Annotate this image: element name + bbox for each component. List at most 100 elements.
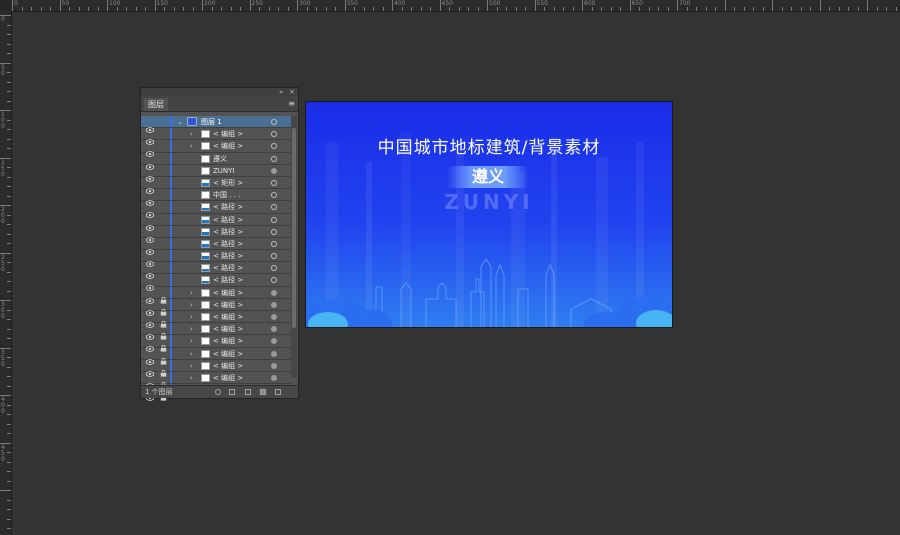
lock-icon[interactable] <box>160 325 167 340</box>
visibility-eye-icon[interactable] <box>145 337 155 353</box>
visibility-eye-icon[interactable] <box>145 252 155 267</box>
layer-name[interactable]: < 编组 > <box>213 287 243 299</box>
target-circle-icon[interactable] <box>271 289 277 296</box>
target-circle-icon[interactable] <box>271 338 277 345</box>
target-circle-icon[interactable] <box>271 314 277 320</box>
target-circle-icon[interactable] <box>271 265 277 272</box>
target-circle-icon[interactable] <box>271 216 277 223</box>
layer-row[interactable]: › < 编组 > <box>141 371 292 389</box>
collect-icon[interactable] <box>229 389 235 395</box>
layer-row[interactable]: › < 编组 > <box>141 298 292 316</box>
expand-chevron-icon[interactable]: › <box>190 299 193 311</box>
layer-name[interactable]: < 路径 > <box>213 226 243 238</box>
target-circle-icon[interactable] <box>271 240 277 247</box>
lock-icon[interactable] <box>160 337 167 352</box>
lock-icon[interactable] <box>160 374 167 389</box>
lock-icon[interactable] <box>160 350 167 365</box>
layer-name[interactable]: 遵义 <box>213 153 227 165</box>
panel-title-bar[interactable]: » × <box>141 88 298 96</box>
target-circle-icon[interactable] <box>271 326 277 333</box>
expand-chevron-icon[interactable]: › <box>190 287 193 299</box>
visibility-eye-icon[interactable] <box>145 118 155 133</box>
layer-name[interactable]: < 编组 > <box>213 128 243 140</box>
visibility-eye-icon[interactable] <box>145 374 155 389</box>
new-layer-icon[interactable] <box>260 389 266 395</box>
lock-icon[interactable] <box>160 289 167 304</box>
visibility-eye-icon[interactable] <box>145 191 155 206</box>
layer-name[interactable]: ZUNYI <box>213 165 235 177</box>
target-circle-icon[interactable] <box>271 131 277 138</box>
layer-row[interactable]: › < 编组 > <box>141 335 292 353</box>
expand-chevron-icon[interactable]: › <box>190 128 193 140</box>
expand-chevron-icon[interactable]: › <box>190 348 193 360</box>
lock-icon[interactable] <box>160 301 167 316</box>
layer-name[interactable]: < 路径 > <box>213 262 243 274</box>
layer-row[interactable]: < 路径 > <box>141 274 292 292</box>
visibility-eye-icon[interactable] <box>145 313 155 328</box>
target-circle-icon[interactable] <box>271 374 277 381</box>
target-circle-icon[interactable] <box>271 179 277 186</box>
ruler-left[interactable]: 0 50 100 150 200 250 300 350 400 450 <box>0 11 12 535</box>
layer-name[interactable]: < 路径 > <box>213 214 243 226</box>
layer-row[interactable]: › < 编组 > <box>141 311 292 328</box>
layer-row[interactable]: › < 编组 > <box>141 359 292 377</box>
layer-row[interactable]: < 路径 > <box>141 213 292 231</box>
lock-icon[interactable] <box>160 362 167 377</box>
tab-layers[interactable]: 图层 <box>144 98 168 111</box>
visibility-eye-icon[interactable] <box>145 203 155 219</box>
search-icon[interactable] <box>215 389 221 395</box>
target-circle-icon[interactable] <box>271 167 277 174</box>
layer-row[interactable]: › < 编组 > <box>141 347 292 365</box>
target-circle-icon[interactable] <box>271 192 277 199</box>
visibility-eye-icon[interactable] <box>145 179 155 194</box>
visibility-eye-icon[interactable] <box>145 276 155 292</box>
collapse-panel-icon[interactable]: » <box>279 88 283 96</box>
target-circle-icon[interactable] <box>271 350 277 357</box>
layer-name[interactable]: < 矩形 > <box>213 177 243 189</box>
trash-icon[interactable] <box>275 389 281 395</box>
layer-name[interactable]: < 路径 > <box>213 274 243 286</box>
layer-row[interactable]: › < 编组 > <box>141 128 292 145</box>
visibility-eye-icon[interactable] <box>145 142 155 158</box>
layer-name[interactable]: < 路径 > <box>213 250 243 262</box>
collapse-chevron-icon[interactable]: ⌄ <box>177 116 183 128</box>
target-circle-icon[interactable] <box>271 301 277 308</box>
layer-row[interactable]: < 路径 > <box>141 201 292 219</box>
visibility-eye-icon[interactable] <box>145 228 155 243</box>
visibility-eye-icon[interactable] <box>145 325 155 340</box>
layer-row[interactable]: < 路径 > <box>141 262 292 280</box>
lock-icon[interactable] <box>160 313 167 328</box>
target-circle-icon[interactable] <box>271 228 277 235</box>
visibility-eye-icon[interactable] <box>145 167 155 182</box>
target-circle-icon[interactable] <box>271 362 277 369</box>
layer-name[interactable]: < 编组 > <box>213 140 243 152</box>
layer-name[interactable]: < 编组 > <box>213 360 243 372</box>
layer-name[interactable]: < 编组 > <box>213 311 243 323</box>
visibility-eye-icon[interactable] <box>145 130 155 145</box>
visibility-eye-icon[interactable] <box>145 264 155 280</box>
layer-row[interactable]: › < 编组 > <box>141 286 292 304</box>
expand-chevron-icon[interactable]: › <box>190 335 193 347</box>
layer-name[interactable]: < 编组 > <box>213 323 243 335</box>
target-circle-icon[interactable] <box>271 277 277 284</box>
visibility-eye-icon[interactable] <box>145 216 155 231</box>
visibility-eye-icon[interactable] <box>145 350 155 365</box>
expand-chevron-icon[interactable]: › <box>190 372 193 384</box>
visibility-eye-icon[interactable] <box>145 301 155 316</box>
layer-row[interactable]: › < 编组 > <box>141 323 292 340</box>
visibility-eye-icon[interactable] <box>145 240 155 255</box>
layer-name[interactable]: < 编组 > <box>213 299 243 311</box>
layer-row[interactable]: < 路径 > <box>141 250 292 267</box>
target-circle-icon[interactable] <box>271 119 277 125</box>
layer-row-selected[interactable]: ⌄ 图层 1 <box>141 116 292 133</box>
expand-chevron-icon[interactable]: › <box>190 360 193 372</box>
close-panel-icon[interactable]: × <box>289 88 295 96</box>
layer-row[interactable]: < 矩形 > <box>141 176 292 194</box>
scrollbar-thumb[interactable] <box>292 128 296 328</box>
layer-row[interactable]: 中国 . . . <box>141 189 292 206</box>
layer-name[interactable]: < 路径 > <box>213 238 243 250</box>
layer-name[interactable]: < 编组 > <box>213 335 243 347</box>
artboard[interactable]: 中国城市地标建筑/背景素材 遵义 ZUNYI <box>305 101 673 328</box>
layer-row[interactable]: < 路径 > <box>141 237 292 255</box>
layer-row[interactable]: 遵义 <box>141 152 292 170</box>
